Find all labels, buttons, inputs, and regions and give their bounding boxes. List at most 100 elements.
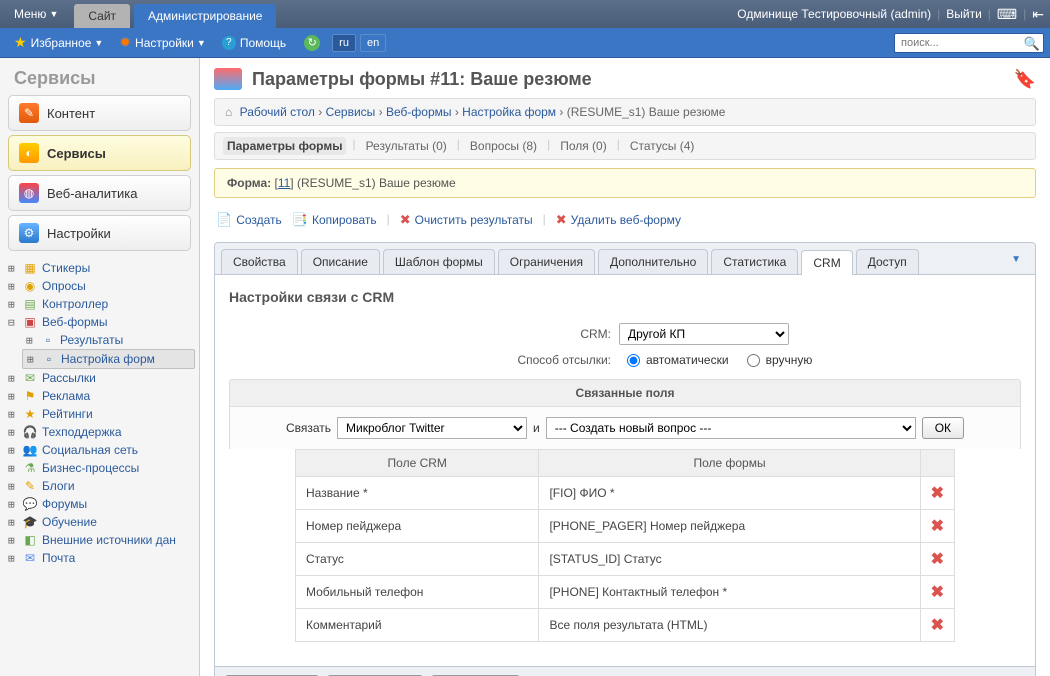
lang-ru[interactable]: ru: [332, 34, 356, 52]
tree-bizproc[interactable]: ⊞⚗Бизнес-процессы: [4, 459, 195, 477]
toolbar-copy[interactable]: 📑Копировать: [292, 212, 377, 228]
link-label: Связать: [286, 421, 331, 435]
nav-analytics[interactable]: ◍Веб-аналитика: [8, 175, 191, 211]
tab-site[interactable]: Сайт: [74, 4, 130, 28]
crm-heading: Настройки связи с CRM: [229, 289, 1021, 305]
link-select-form[interactable]: --- Создать новый вопрос ---: [546, 417, 916, 439]
sidebar-title: Сервисы: [0, 58, 199, 95]
delete-row-icon[interactable]: ✖: [920, 609, 954, 642]
toolbar-clear[interactable]: ✖Очистить результаты: [400, 212, 533, 228]
tree-external[interactable]: ⊞◧Внешние источники дан: [4, 531, 195, 549]
table-row: Статус[STATUS_ID] Статус✖: [296, 543, 955, 576]
secondbar: ★ Избранное ▼ ✹ Настройки ▼ ? Помощь ↻ r…: [0, 28, 1050, 58]
subtab-questions[interactable]: Вопросы (8): [466, 137, 541, 155]
help-menu[interactable]: ? Помощь: [214, 28, 294, 57]
delete-row-icon[interactable]: ✖: [920, 510, 954, 543]
tab-admin[interactable]: Администрирование: [134, 4, 276, 28]
tabstrip: Свойства Описание Шаблон формы Ограничен…: [215, 243, 1035, 275]
toolbar-delete[interactable]: ✖Удалить веб-форму: [556, 212, 681, 228]
subtab-results[interactable]: Результаты (0): [362, 137, 451, 155]
tab-access[interactable]: Доступ: [856, 249, 919, 274]
tab-template[interactable]: Шаблон формы: [383, 249, 495, 274]
clear-icon: ✖: [400, 212, 411, 228]
tree-ads[interactable]: ⊞⚑Реклама: [4, 387, 195, 405]
tabbox-toggle[interactable]: ▼: [1003, 249, 1029, 274]
link-select-crm[interactable]: Микроблог Twitter: [337, 417, 527, 439]
crm-select[interactable]: Другой КП: [619, 323, 789, 345]
tab-additional[interactable]: Дополнительно: [598, 249, 708, 274]
tree-forums[interactable]: ⊞💬Форумы: [4, 495, 195, 513]
form-info-bar: Форма: [11] (RESUME_s1) Ваше резюме: [214, 168, 1036, 198]
form-id-link[interactable]: 11: [278, 176, 290, 190]
settings-menu[interactable]: ✹ Настройки ▼: [111, 28, 214, 57]
gear-icon: ✹: [119, 34, 131, 51]
breadcrumb-services[interactable]: Сервисы: [326, 105, 376, 119]
pin-icon[interactable]: ⇤: [1026, 6, 1050, 23]
delete-row-icon[interactable]: ✖: [920, 576, 954, 609]
subtab-fields[interactable]: Поля (0): [556, 137, 611, 155]
copy-icon: 📑: [292, 212, 308, 228]
bookmark-icon[interactable]: 🔖: [1014, 69, 1036, 89]
tab-limits[interactable]: Ограничения: [498, 249, 595, 274]
tree-social[interactable]: ⊞👥Социальная сеть: [4, 441, 195, 459]
delete-row-icon[interactable]: ✖: [920, 477, 954, 510]
tree-ratings[interactable]: ⊞★Рейтинги: [4, 405, 195, 423]
search-input[interactable]: [894, 33, 1044, 53]
nav-services[interactable]: ◐Сервисы: [8, 135, 191, 171]
toolbar-create[interactable]: 📄Создать: [216, 212, 282, 228]
tab-props[interactable]: Свойства: [221, 249, 298, 274]
sidebar: Сервисы ✎Контент ◐Сервисы ◍Веб-аналитика…: [0, 58, 200, 676]
tree-formsetup[interactable]: ⊞▫Настройка форм: [22, 349, 195, 369]
chevron-down-icon: ▼: [49, 9, 58, 19]
subtab-params[interactable]: Параметры формы: [223, 137, 346, 155]
toolbar: 📄Создать 📑Копировать | ✖Очистить результ…: [214, 206, 1036, 234]
footer-buttons: Сохранить Применить Отменить: [215, 666, 1035, 676]
radio-auto-label: автоматически: [646, 353, 729, 367]
logout-link[interactable]: Выйти: [940, 7, 988, 21]
sidebar-tree: ⊞▦Стикеры ⊞◉Опросы ⊞▤Контроллер ⊟▣Веб-фо…: [0, 259, 199, 577]
table-row: Название *[FIO] ФИО *✖: [296, 477, 955, 510]
tree-learning[interactable]: ⊞🎓Обучение: [4, 513, 195, 531]
send-label: Способ отсылки:: [229, 353, 619, 367]
link-and: и: [533, 421, 540, 435]
crm-label: CRM:: [229, 327, 619, 341]
favorites-menu[interactable]: ★ Избранное ▼: [6, 28, 111, 57]
radio-manual[interactable]: [747, 354, 760, 367]
reload-icon[interactable]: ↻: [304, 35, 320, 51]
tab-crm[interactable]: CRM: [801, 250, 852, 275]
breadcrumb-setup[interactable]: Настройка форм: [462, 105, 556, 119]
table-row: Номер пейджера[PHONE_PAGER] Номер пейдже…: [296, 510, 955, 543]
nav-settings[interactable]: ⚙Настройки: [8, 215, 191, 251]
breadcrumb-home[interactable]: Рабочий стол: [240, 105, 315, 119]
breadcrumb: ⌂ Рабочий стол › Сервисы › Веб-формы › Н…: [214, 98, 1036, 126]
subtab-statuses[interactable]: Статусы (4): [626, 137, 699, 155]
search-icon[interactable]: 🔍: [1024, 36, 1040, 52]
tree-controller[interactable]: ⊞▤Контроллер: [4, 295, 195, 313]
add-icon: 📄: [216, 212, 232, 228]
tabbox: Свойства Описание Шаблон формы Ограничен…: [214, 242, 1036, 676]
settings-icon: ⚙: [19, 223, 39, 243]
tab-desc[interactable]: Описание: [301, 249, 380, 274]
tree-polls[interactable]: ⊞◉Опросы: [4, 277, 195, 295]
tree-stickers[interactable]: ⊞▦Стикеры: [4, 259, 195, 277]
linked-fields-table: Поле CRM Поле формы Название *[FIO] ФИО …: [295, 449, 955, 642]
link-ok-button[interactable]: ОК: [922, 417, 964, 439]
breadcrumb-webforms[interactable]: Веб-формы: [386, 105, 452, 119]
menu-button[interactable]: Меню▼: [0, 0, 72, 28]
lang-en[interactable]: en: [360, 34, 386, 52]
delete-icon: ✖: [556, 212, 567, 228]
delete-row-icon[interactable]: ✖: [920, 543, 954, 576]
tree-webforms[interactable]: ⊟▣Веб-формы: [4, 313, 195, 331]
tree-results[interactable]: ⊞▫Результаты: [22, 331, 195, 349]
radio-auto[interactable]: [627, 354, 640, 367]
nav-content[interactable]: ✎Контент: [8, 95, 191, 131]
tab-stats[interactable]: Статистика: [711, 249, 798, 274]
topbar: Меню▼ Сайт Администрирование Одминище Те…: [0, 0, 1050, 28]
radio-manual-label: вручную: [766, 353, 813, 367]
tree-support[interactable]: ⊞🎧Техподдержка: [4, 423, 195, 441]
tree-mailings[interactable]: ⊞✉Рассылки: [4, 369, 195, 387]
tree-blogs[interactable]: ⊞✎Блоги: [4, 477, 195, 495]
page-title: Параметры формы #11: Ваше резюме: [252, 69, 592, 90]
keyboard-icon[interactable]: ⌨: [991, 6, 1023, 23]
tree-mail[interactable]: ⊞✉Почта: [4, 549, 195, 567]
